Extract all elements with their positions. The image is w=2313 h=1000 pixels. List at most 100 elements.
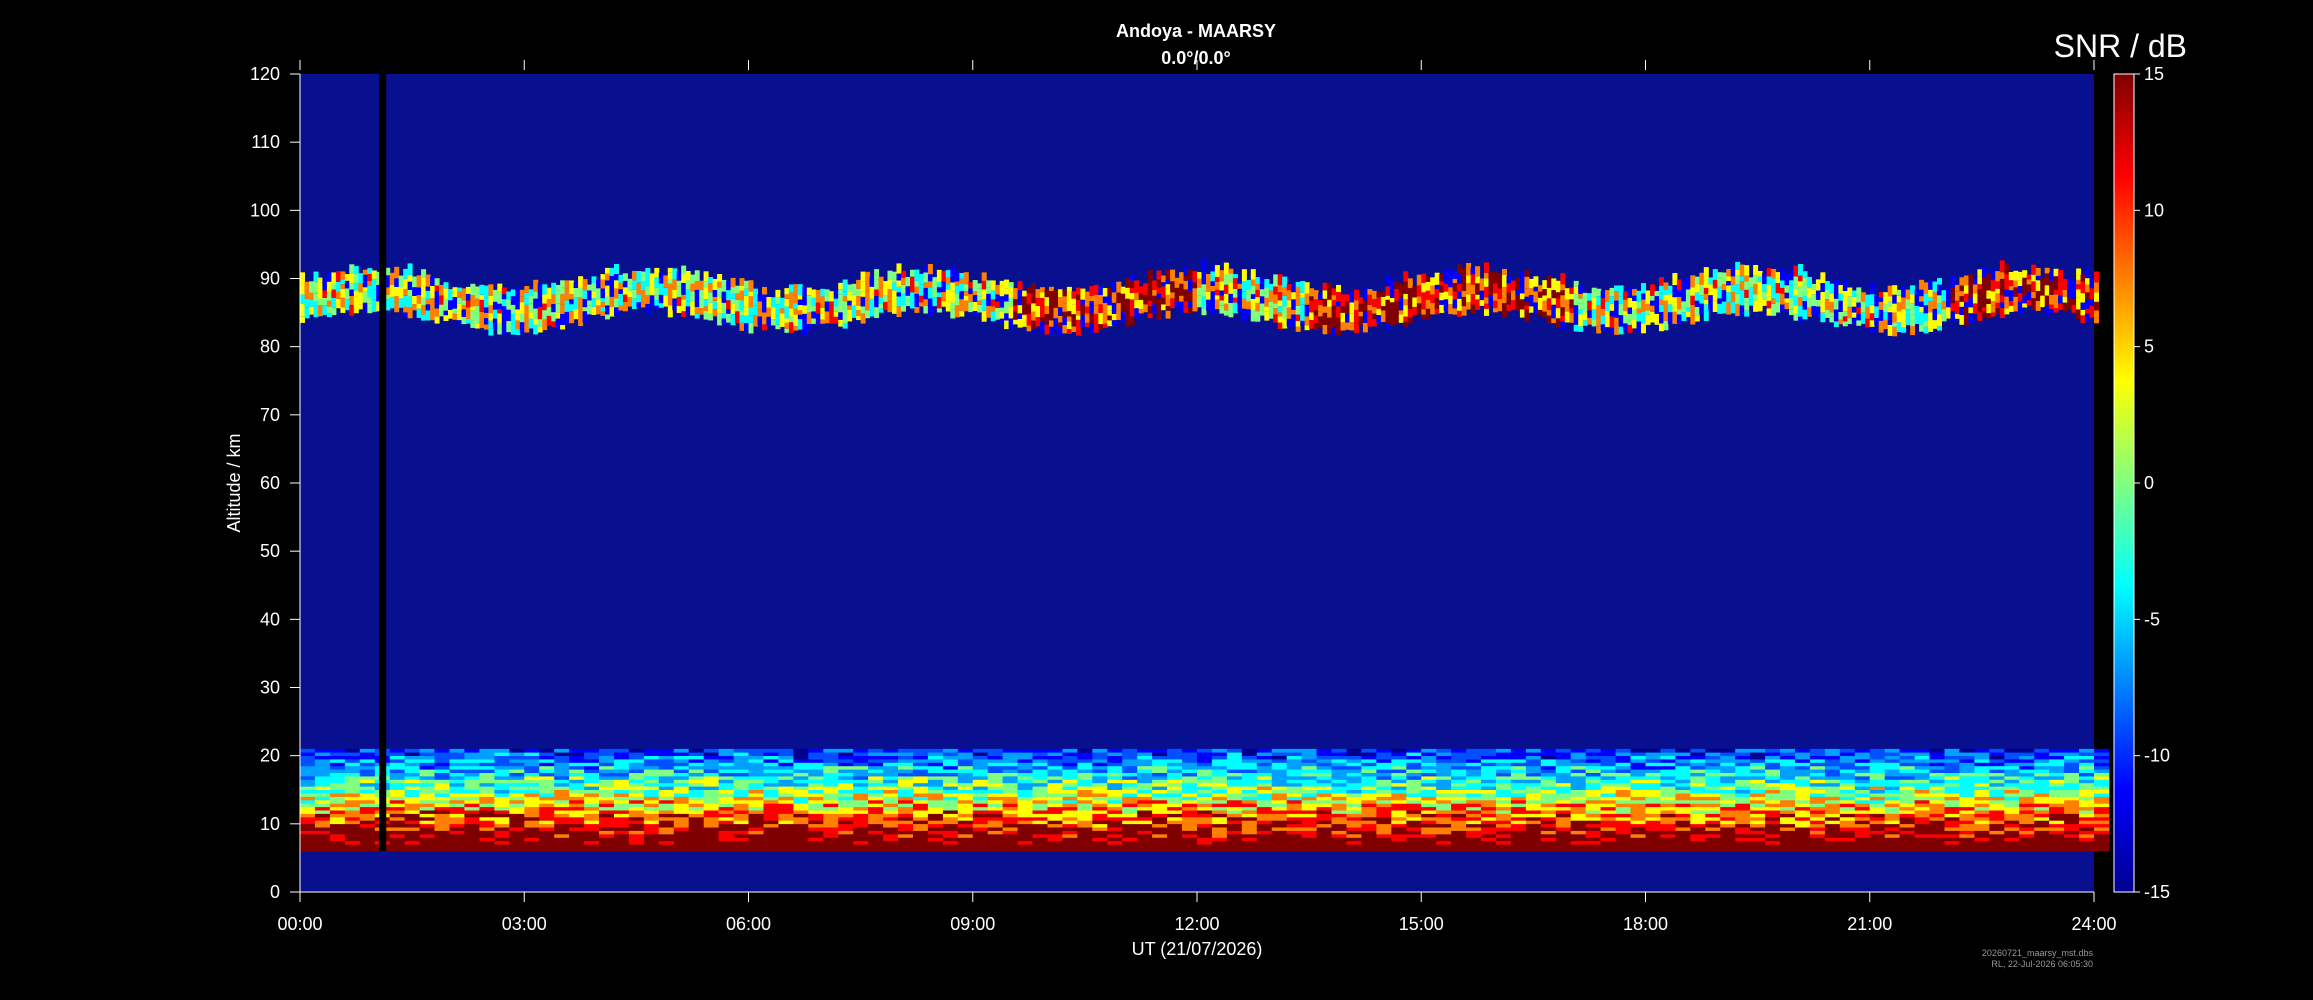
clutter-cell [1645,796,1661,801]
clutter-cell [1062,837,1078,842]
clutter-cell [913,834,929,838]
clutter-cell [2034,800,2050,804]
clutter-cell [1959,800,1975,804]
echo-cell [569,311,575,324]
clutter-cell [1062,844,1078,848]
clutter-cell [1107,796,1123,801]
clutter-cell [1092,820,1108,825]
clutter-cell [2019,847,2035,852]
clutter-cell [1361,772,1377,777]
clutter-cell [1167,800,1183,804]
echo-cell [1439,300,1445,305]
echo-cell [838,312,844,320]
clutter-cell [1436,840,1452,845]
clutter-cell [1182,776,1198,780]
clutter-cell [1466,830,1482,835]
clutter-cell [1226,817,1243,821]
clutter-cell [1765,772,1781,777]
echo-cell [326,313,332,318]
clutter-cell [1077,834,1093,838]
clutter-cell [569,776,585,780]
clutter-cell [1854,793,1871,797]
clutter-cell [569,827,585,831]
clutter-cell [1316,800,1332,804]
echo-cell [434,278,440,286]
clutter-cell [942,769,959,773]
clutter-cell [404,786,420,790]
clutter-cell [1914,840,1930,845]
echo-cell [1358,303,1364,312]
echo-cell [1071,326,1077,332]
echo-cell [1475,283,1481,295]
clutter-cell [1137,793,1153,797]
echo-cell [1537,297,1543,310]
clutter-cell [658,772,675,777]
echo-cell [2067,288,2073,299]
clutter-cell [419,793,435,797]
clutter-cell [972,803,989,808]
clutter-cell [464,827,480,831]
echo-cell [407,263,413,275]
clutter-cell [748,830,764,835]
clutter-cell [1421,789,1437,794]
echo-cell [474,305,480,317]
clutter-cell [599,827,615,831]
clutter-cell [1137,782,1153,787]
clutter-cell [1047,837,1063,842]
echo-cell [605,285,610,297]
clutter-cell [957,834,974,838]
clutter-cell [1959,820,1975,825]
clutter-cell [509,830,525,835]
clutter-cell [1525,830,1542,835]
echo-cell [2044,279,2050,286]
echo-cell [1896,289,1902,296]
clutter-cell [599,810,615,814]
clutter-cell [1481,772,1497,777]
clutter-cell [823,834,839,838]
clutter-cell [688,772,705,777]
clutter-cell [2004,844,2020,848]
clutter-cell [1914,803,1930,808]
echo-cell [421,297,427,305]
echo-cell [1089,313,1095,324]
echo-cell [1448,304,1454,315]
echo-cell [744,323,749,332]
echo-cell [1165,310,1171,319]
echo-cell [1560,273,1566,285]
clutter-cell [823,837,839,842]
clutter-cell [2094,844,2110,848]
clutter-cell [898,793,914,797]
echo-cell [1013,319,1019,325]
clutter-cell [1167,806,1183,811]
clutter-cell [554,772,570,777]
echo-cell [1008,301,1014,307]
clutter-cell [1361,844,1377,848]
clutter-cell [1914,830,1930,835]
clutter-cell [1839,789,1856,794]
echo-cell [1259,303,1265,316]
clutter-cell [1735,834,1751,838]
clutter-cell [509,769,525,773]
echo-cell [1869,320,1875,327]
clutter-cell [793,820,809,825]
clutter-cell [1406,769,1422,773]
clutter-cell [1809,779,1826,784]
echo-cell [600,306,606,312]
clutter-cell [1077,847,1093,852]
echo-cell [591,292,597,299]
clutter-cell [808,800,824,804]
clutter-cell [359,765,376,770]
clutter-cell [1167,823,1183,828]
echo-cell [1457,310,1463,317]
echo-cell [941,291,947,302]
clutter-cell [389,844,406,848]
echo-cell [1201,270,1207,278]
clutter-cell [314,782,331,787]
echo-cell [1107,315,1113,321]
clutter-cell [1017,772,1033,777]
clutter-cell [1630,796,1646,801]
clutter-cell [1346,800,1362,804]
clutter-cell [1451,813,1467,818]
clutter-cell [718,769,734,773]
clutter-cell [778,796,794,801]
